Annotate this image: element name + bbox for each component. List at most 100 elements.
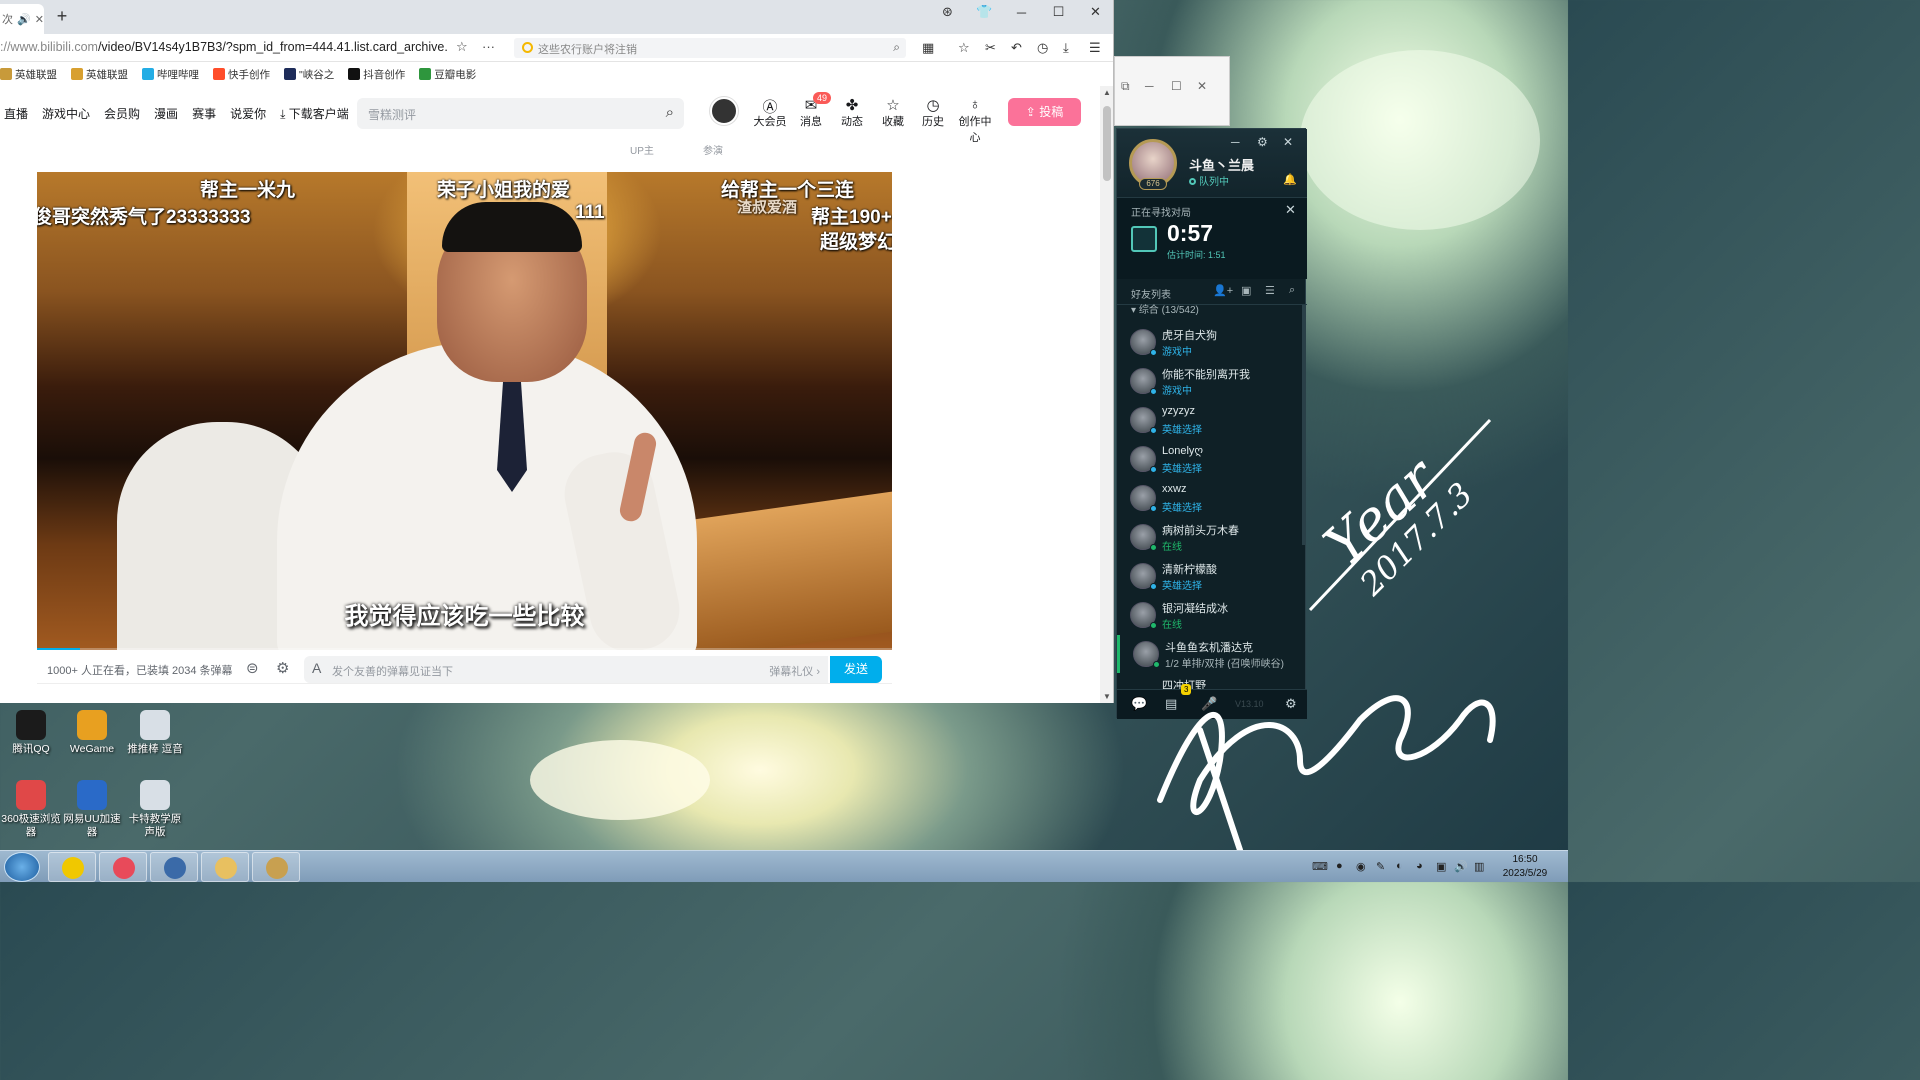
system-clock[interactable]: 16:50 2023/5/29 [1500, 853, 1550, 881]
scroll-down-icon[interactable]: ▼ [1103, 692, 1111, 701]
taskbar-league-client[interactable] [252, 852, 300, 882]
search-icon[interactable]: ⌕ [1289, 284, 1295, 297]
friend-item[interactable]: xxwz 英雄选择 [1117, 479, 1301, 517]
download-client-link[interactable]: ⤓ 下载客户端 [280, 105, 349, 122]
tray-gpu-icon[interactable]: ▣ [1436, 860, 1446, 873]
bookmark-item[interactable]: 抖音创作 [348, 67, 405, 82]
chat-icon[interactable]: 💬 [1131, 696, 1147, 712]
close-icon[interactable]: ✕ [1283, 135, 1293, 149]
bookmark-item[interactable]: 英雄联盟 [71, 67, 128, 82]
favorites-icon[interactable]: ☆ [958, 40, 970, 56]
friend-group-header[interactable]: ▾ 综合 (13/542) [1131, 301, 1199, 316]
nav-item[interactable]: 漫画 [154, 105, 178, 122]
bookmark-item[interactable]: 哔哩哔哩 [142, 67, 199, 82]
volume-icon[interactable]: 🔊 [1454, 860, 1468, 873]
undo-icon[interactable]: ↶ [1011, 40, 1022, 56]
bookmark-item[interactable]: "峡谷之 [284, 67, 334, 82]
browser-tab[interactable]: 次 🔊 ✕ [0, 4, 44, 34]
bookmark-item[interactable]: 英雄联盟 [0, 67, 57, 82]
favorites-button[interactable]: ☆ 收藏 [873, 96, 913, 129]
nav-item[interactable]: 游戏中心 [42, 105, 90, 122]
upload-button[interactable]: ⇪ 投稿 [1008, 98, 1081, 126]
close-tab-icon[interactable]: ✕ [35, 13, 44, 26]
list-icon[interactable]: ☰ [1265, 284, 1275, 297]
nav-item[interactable]: 赛事 [192, 105, 216, 122]
taskbar-wegame-app[interactable] [48, 852, 96, 882]
menu-icon[interactable]: ☰ [1089, 40, 1101, 56]
download-icon[interactable]: ⤓ [1063, 40, 1069, 56]
desktop-icon[interactable]: 腾讯QQ [0, 710, 62, 756]
taskbar-file-explorer[interactable] [201, 852, 249, 882]
apps-grid-icon[interactable]: ▦ [922, 40, 934, 56]
history-icon[interactable]: ◷ [1037, 40, 1048, 56]
bookmark-item[interactable]: 快手创作 [213, 67, 270, 82]
danmaku-toggle-icon[interactable]: ⊜ [246, 659, 259, 677]
danmaku-etiquette-link[interactable]: 弹幕礼仪 › [769, 663, 820, 679]
friend-item[interactable]: 你能不能别离开我 游戏中 [1117, 362, 1301, 400]
video-player[interactable]: 帮主一米九 荣子小姐我的爱 给帮主一个三连 俊哥突然秀气了23333333 11… [37, 172, 892, 650]
skin-icon[interactable]: 👕 [966, 0, 1003, 24]
minimize-button[interactable]: ─ [1003, 0, 1040, 24]
dynamic-button[interactable]: ✤ 动态 [832, 96, 872, 129]
start-button[interactable] [4, 852, 40, 882]
creator-center-button[interactable]: ♁ 创作中心 [955, 96, 995, 145]
nav-item[interactable]: 会员购 [104, 105, 140, 122]
friend-item[interactable]: 虎牙自犬狗 游戏中 [1117, 323, 1301, 361]
search-icon[interactable]: ⌕ [893, 40, 900, 55]
danmaku-input[interactable]: A 发个友善的弹幕见证当下 弹幕礼仪 › [304, 656, 828, 683]
minimize-icon[interactable]: ─ [1145, 79, 1154, 93]
nav-item[interactable]: 说爱你 [230, 105, 266, 122]
tray-app-icon[interactable]: ● [1336, 860, 1343, 872]
more-icon[interactable]: ··· [482, 39, 495, 54]
friend-item[interactable]: 银河凝结成冰 在线 [1117, 596, 1301, 634]
history-button[interactable]: ◷ 历史 [913, 96, 953, 129]
settings-icon[interactable]: ⚙ [1257, 135, 1268, 149]
danmaku-settings-icon[interactable]: ⚙ [276, 659, 289, 677]
scrollbar-thumb[interactable] [1103, 106, 1111, 181]
maximize-icon[interactable]: ☐ [1171, 79, 1182, 93]
user-avatar[interactable] [710, 97, 738, 125]
desktop-icon[interactable]: WeGame [61, 710, 123, 756]
send-danmaku-button[interactable]: 发送 [830, 656, 882, 683]
video-progress-bar[interactable] [37, 648, 892, 650]
close-icon[interactable]: ✕ [1197, 79, 1207, 93]
message-button[interactable]: ✉ 49 消息 [791, 92, 832, 129]
close-button[interactable]: ✕ [1077, 0, 1113, 24]
taskbar-browser-360[interactable] [99, 852, 147, 882]
cancel-queue-icon[interactable]: ✕ [1285, 202, 1296, 218]
notifications-icon[interactable]: ▤ [1165, 696, 1177, 712]
bookmark-item[interactable]: 豆瓣电影 [419, 67, 476, 82]
taskbar-globe-browser[interactable] [150, 852, 198, 882]
friend-item[interactable]: 清新柠檬酸 英雄选择 [1117, 557, 1301, 595]
nav-item[interactable]: 直播 [4, 105, 28, 122]
bell-icon[interactable]: 🔔 [1283, 173, 1297, 186]
vip-button[interactable]: Ⓐ 大会员 [750, 96, 790, 129]
add-folder-icon[interactable]: ▣ [1241, 284, 1251, 297]
desktop-icon[interactable]: 360极速浏览器 [0, 780, 62, 839]
keyboard-icon[interactable]: ⌨ [1312, 860, 1328, 873]
page-scrollbar[interactable]: ▲ ▼ [1100, 86, 1113, 703]
speaker-icon[interactable]: 🔊 [17, 13, 31, 26]
friend-scrollbar[interactable] [1302, 305, 1305, 545]
maximize-button[interactable]: ☐ [1040, 0, 1077, 24]
network-icon[interactable]: ▥ [1474, 860, 1484, 873]
tray-tool-icon[interactable]: ✎ [1376, 860, 1385, 873]
tray-wegame-icon[interactable]: ◉ [1356, 860, 1366, 873]
desktop-icon[interactable]: 推推棒 逗音 [124, 710, 186, 756]
new-tab-button[interactable]: + [52, 6, 72, 26]
font-style-icon[interactable]: A [312, 660, 321, 676]
scissors-icon[interactable]: ✂ [985, 40, 996, 56]
background-window[interactable]: ⧉ ─ ☐ ✕ [1114, 56, 1230, 126]
desktop-icon[interactable]: 网易UU加速器 [61, 780, 123, 839]
tray-qq-icon[interactable]: ◕ [1416, 860, 1423, 872]
friend-item[interactable]: Lonelyღ 英雄选择 [1117, 440, 1301, 478]
friend-item-cut[interactable]: 四冲打野 [1117, 677, 1301, 689]
bug-report-icon[interactable]: ⚙ [1285, 696, 1297, 712]
account-icon[interactable]: ⊛ [929, 0, 966, 24]
browser-search-input[interactable]: 这些农行账户将注销 ⌕ [514, 38, 906, 58]
scroll-up-icon[interactable]: ▲ [1103, 88, 1111, 97]
restore-icon[interactable]: ⧉ [1121, 79, 1130, 94]
bili-search-input[interactable]: 雪糕测评 ⌕ [357, 98, 684, 129]
friend-item[interactable]: 病树前头万木春 在线 [1117, 518, 1301, 556]
search-icon[interactable]: ⌕ [666, 104, 674, 121]
